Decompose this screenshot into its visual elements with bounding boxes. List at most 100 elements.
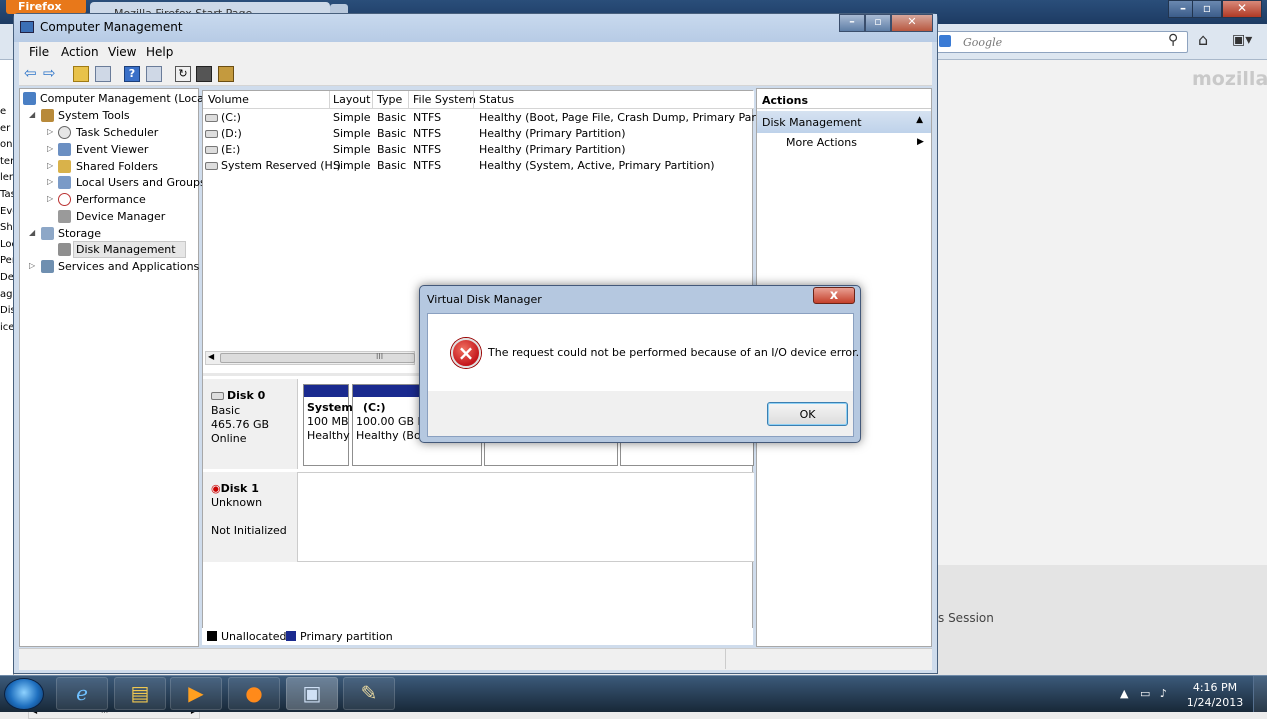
rescan-disks-icon[interactable] bbox=[218, 66, 234, 82]
collapse-up-icon[interactable]: ▲ bbox=[916, 115, 923, 125]
system-tray: ▲ ▭ ♪ bbox=[1120, 687, 1167, 700]
refresh-icon[interactable]: ↻ bbox=[175, 66, 191, 82]
disk1-info[interactable]: ◉Disk 1 Unknown Not Initialized bbox=[203, 472, 298, 562]
partition-system[interactable]: System 100 MB Healthy bbox=[303, 384, 353, 466]
volume-horizontal-scrollbar[interactable]: ◀ III bbox=[205, 351, 415, 365]
volume-row[interactable]: (C:) Simple Basic NTFS Healthy (Boot, Pa… bbox=[203, 110, 789, 126]
background-window-text: on bbox=[0, 139, 13, 151]
back-icon[interactable]: ⇦ bbox=[24, 66, 40, 82]
volume-layout: Simple bbox=[333, 159, 371, 172]
close-button[interactable]: ✕ bbox=[891, 14, 933, 32]
actions-section-disk-management[interactable]: Disk Management ▲ bbox=[757, 111, 931, 133]
collapsed-arrow-icon[interactable]: ▷ bbox=[47, 177, 53, 186]
search-icon[interactable]: ⚲ bbox=[1168, 32, 1178, 48]
show-desktop-button[interactable] bbox=[1253, 676, 1267, 712]
scroll-left-icon[interactable]: ◀ bbox=[208, 352, 214, 361]
scroll-grip[interactable]: III bbox=[376, 352, 383, 361]
mozilla-logo: mozilla bbox=[1192, 68, 1267, 90]
firefox-menu-button[interactable]: Firefox bbox=[6, 0, 86, 14]
disk1-type: Unknown bbox=[211, 496, 263, 509]
home-icon[interactable]: ⌂ bbox=[1198, 30, 1208, 49]
tree-item-label: System Tools bbox=[58, 109, 130, 122]
volume-fs: NTFS bbox=[413, 127, 442, 140]
toolbar: ⇦ ⇨ ? ↻ bbox=[19, 62, 932, 86]
expanded-arrow-icon[interactable]: ◢ bbox=[29, 228, 35, 237]
collapsed-arrow-icon[interactable]: ▷ bbox=[47, 161, 53, 170]
volume-fs: NTFS bbox=[413, 143, 442, 156]
volume-layout: Simple bbox=[333, 127, 371, 140]
column-file-system[interactable]: File System bbox=[413, 93, 476, 107]
media-player-icon[interactable]: ▶ bbox=[170, 677, 222, 710]
help-icon[interactable]: ? bbox=[124, 66, 140, 82]
export-list-icon[interactable] bbox=[196, 66, 212, 82]
show-hidden-icons-icon[interactable]: ▲ bbox=[1120, 687, 1128, 700]
dialog-title: Virtual Disk Manager bbox=[427, 293, 542, 306]
disk1-partitions bbox=[298, 472, 754, 562]
ok-button[interactable]: OK bbox=[767, 402, 848, 426]
network-icon[interactable]: ▭ bbox=[1140, 687, 1150, 700]
navigation-tree: Computer Management (Local ◢ System Tool… bbox=[19, 88, 207, 719]
more-actions-item[interactable]: More Actions bbox=[786, 136, 857, 149]
disk0-info[interactable]: Disk 0 Basic 465.76 GB Online bbox=[203, 379, 298, 469]
column-type[interactable]: Type bbox=[377, 93, 402, 107]
properties-icon[interactable] bbox=[146, 66, 162, 82]
minimize-button[interactable]: – bbox=[839, 14, 865, 32]
disk0-size: 465.76 GB bbox=[211, 418, 270, 431]
computer-management-icon bbox=[20, 21, 34, 33]
column-status[interactable]: Status bbox=[479, 93, 514, 107]
tree-item-label: Services and Applications bbox=[58, 260, 200, 273]
clock-time[interactable]: 4:16 PM bbox=[1180, 681, 1250, 694]
drive-icon bbox=[205, 130, 218, 138]
firefox-maximize-button[interactable]: ▫ bbox=[1192, 0, 1222, 18]
up-folder-icon[interactable] bbox=[73, 66, 89, 82]
menu-help[interactable]: Help bbox=[146, 45, 173, 59]
collapsed-arrow-icon[interactable]: ▷ bbox=[29, 261, 35, 270]
maximize-button[interactable]: ▫ bbox=[865, 14, 891, 32]
volume-type: Basic bbox=[377, 127, 407, 140]
column-volume[interactable]: Volume bbox=[208, 93, 249, 107]
menu-file[interactable]: File bbox=[29, 45, 49, 59]
dialog-message-area: × The request could not be performed bec… bbox=[428, 314, 859, 391]
bookmarks-icon[interactable]: ▣▾ bbox=[1232, 32, 1252, 48]
partition-name: (C:) bbox=[363, 401, 386, 414]
volume-type: Basic bbox=[377, 111, 407, 124]
collapsed-arrow-icon[interactable]: ▷ bbox=[47, 194, 53, 203]
search-engine-icon[interactable] bbox=[939, 35, 951, 47]
clock-icon bbox=[58, 126, 71, 139]
expanded-arrow-icon[interactable]: ◢ bbox=[29, 110, 35, 119]
internet-explorer-icon[interactable]: e bbox=[56, 677, 108, 710]
window-titlebar[interactable]: Computer Management – ▫ ✕ bbox=[14, 14, 937, 42]
firefox-close-button[interactable]: ✕ bbox=[1222, 0, 1262, 18]
column-layout[interactable]: Layout bbox=[333, 93, 370, 107]
volume-icon[interactable]: ♪ bbox=[1160, 687, 1167, 700]
volume-row[interactable]: (E:) Simple Basic NTFS Healthy (Primary … bbox=[203, 142, 754, 158]
forward-icon[interactable]: ⇨ bbox=[43, 66, 59, 82]
start-button[interactable] bbox=[4, 678, 44, 710]
background-window-strip: e er on ter ler Tas Eve Sha Loc Per De ag Dis ice bbox=[0, 60, 14, 675]
firefox-search-input[interactable]: Google bbox=[936, 31, 1188, 53]
dialog-close-button[interactable]: x bbox=[813, 287, 855, 304]
volume-name: (D:) bbox=[205, 127, 242, 140]
volume-row[interactable]: (D:) Simple Basic NTFS Healthy (Primary … bbox=[203, 126, 754, 142]
scroll-thumb[interactable] bbox=[220, 353, 415, 363]
restore-session-label[interactable]: s Session bbox=[938, 611, 994, 625]
collapsed-arrow-icon[interactable]: ▷ bbox=[47, 127, 53, 136]
menu-action[interactable]: Action bbox=[61, 45, 99, 59]
volume-row[interactable]: System Reserved (H:) Simple Basic NTFS H… bbox=[203, 158, 754, 174]
tree-item-label: Local Users and Groups bbox=[76, 176, 206, 189]
clock-date[interactable]: 1/24/2013 bbox=[1180, 696, 1250, 709]
disk0-type: Basic bbox=[211, 404, 241, 417]
volume-name: System Reserved (H:) bbox=[205, 159, 341, 172]
paint-icon[interactable]: ✎ bbox=[343, 677, 395, 710]
actions-section-label: Disk Management bbox=[762, 116, 862, 129]
computer-management-taskbar-icon[interactable]: ▣ bbox=[286, 677, 338, 710]
status-bar bbox=[19, 648, 932, 670]
collapsed-arrow-icon[interactable]: ▷ bbox=[47, 144, 53, 153]
file-explorer-icon[interactable]: ▤ bbox=[114, 677, 166, 710]
background-window-text: Per bbox=[0, 255, 13, 267]
tree-item-label: Event Viewer bbox=[76, 143, 149, 156]
legend-primary: Primary partition bbox=[286, 630, 393, 643]
show-hide-tree-icon[interactable] bbox=[95, 66, 111, 82]
menu-view[interactable]: View bbox=[108, 45, 136, 59]
firefox-icon[interactable]: ● bbox=[228, 677, 280, 710]
